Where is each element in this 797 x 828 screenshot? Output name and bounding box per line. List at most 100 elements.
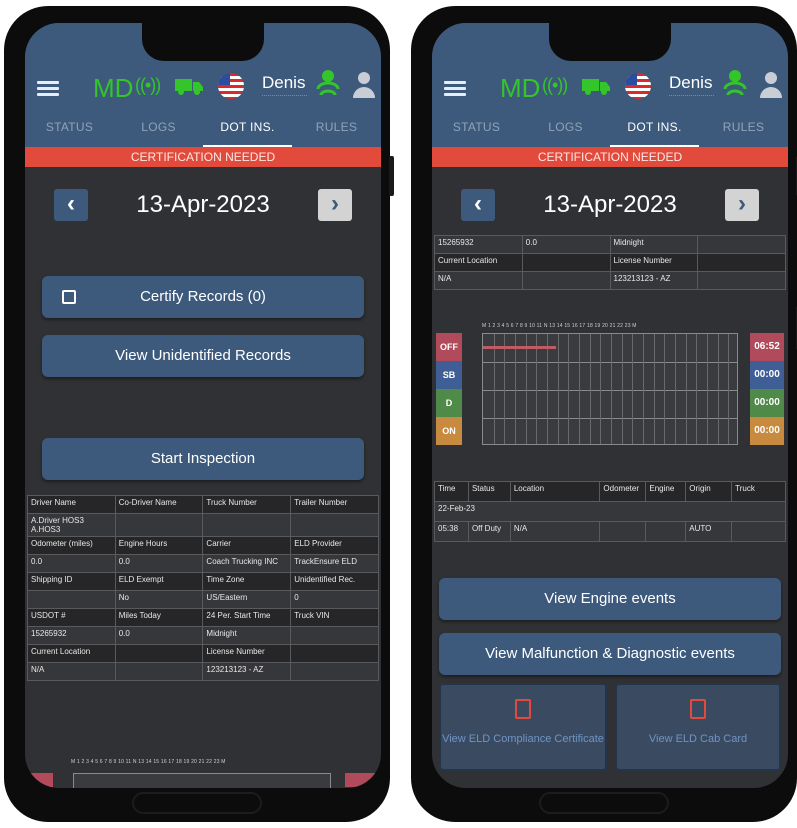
chevron-left-icon[interactable]: ‹ <box>54 189 88 221</box>
status-total-sb: 00:00 <box>750 361 784 389</box>
chevron-right-icon[interactable]: › <box>318 189 352 221</box>
table-cell: Midnight <box>609 235 699 254</box>
driver-info-table: Driver Name Co-Driver Name Truck Number Tra… <box>27 495 379 681</box>
status-label-on: ON <box>436 417 462 445</box>
us-flag-icon[interactable] <box>625 73 651 99</box>
co-driver-icon[interactable] <box>759 71 783 99</box>
screen-right: MD ((•)) Denis STATUS LOGS DOT INS. RULE… <box>432 23 788 788</box>
certification-banner[interactable]: CERTIFICATION NEEDED <box>432 147 788 167</box>
tab-status[interactable]: STATUS <box>432 109 521 147</box>
table-row: Shipping ID ELD Exempt Time Zone Unidentifi… <box>27 572 379 591</box>
table-cell: 15265932 <box>27 626 116 645</box>
table-cell <box>645 521 687 542</box>
table-cell: Co-Driver Name <box>114 495 204 514</box>
table-cell: AUTO <box>685 521 733 542</box>
table-cell: TrackEnsure ELD <box>290 554 379 573</box>
view-compliance-certificate-button[interactable]: View ELD Compliance Certificate <box>439 683 607 771</box>
tab-rules[interactable]: RULES <box>699 109 788 147</box>
camera-notch <box>142 23 264 61</box>
table-row: 15265932 0.0 Midnight <box>27 626 379 645</box>
driver-active-icon[interactable] <box>722 69 748 99</box>
view-malfunction-label: View Malfunction & Diagnostic events <box>485 645 735 662</box>
grid-hour-line <box>579 334 580 444</box>
chevron-left-icon[interactable]: ‹ <box>461 189 495 221</box>
table-cell: Current Location <box>434 253 523 272</box>
off-duty-line <box>483 346 557 349</box>
table-cell: 0.0 <box>521 235 611 254</box>
table-row: 0.0 0.0 Coach Trucking INC TrackEnsure ELD <box>27 554 379 573</box>
tab-rules[interactable]: RULES <box>292 109 381 147</box>
table-cell <box>697 271 786 290</box>
duty-status-chart: M 1 2 3 4 5 6 7 8 9 10 11 N 13 14 15 16 … <box>432 323 788 463</box>
certify-records-button[interactable]: Certify Records (0) <box>42 276 364 318</box>
table-cell: ELD Provider <box>290 536 379 555</box>
status-code: MD <box>500 73 541 103</box>
tab-dot-ins[interactable]: DOT INS. <box>203 109 292 147</box>
chart-grid-preview <box>73 773 331 788</box>
grid-hour-line <box>515 334 516 444</box>
table-cell: 0.0 <box>114 626 204 645</box>
table-cell <box>290 644 379 663</box>
table-cell: 123213123 - AZ <box>609 271 699 290</box>
table-cell: Odometer <box>599 481 647 502</box>
grid-hour-line <box>717 334 719 444</box>
table-cell <box>731 521 786 542</box>
table-row: USDOT # Miles Today 24 Per. Start Time Truc… <box>27 608 379 627</box>
table-row: 22-Feb-23 <box>434 501 786 522</box>
grid-hour-line <box>547 334 548 444</box>
grid-hour-line <box>589 334 591 444</box>
table-cell: N/A <box>434 271 523 290</box>
start-inspection-label: Start Inspection <box>150 450 256 467</box>
grid-row-line <box>483 390 737 391</box>
table-cell: Location <box>509 481 601 502</box>
table-cell: Current Location <box>27 644 116 663</box>
hours-axis: M 1 2 3 4 5 6 7 8 9 10 11 N 13 14 15 16 … <box>482 323 637 329</box>
user-name[interactable]: Denis <box>669 73 712 93</box>
grid-hour-line <box>675 334 676 444</box>
start-inspection-button[interactable]: Start Inspection <box>42 438 364 480</box>
table-row: Driver Name Co-Driver Name Truck Number Tra… <box>27 495 379 514</box>
grid-hour-line <box>664 334 666 444</box>
pdf-document-icon <box>515 699 531 719</box>
menu-icon[interactable] <box>37 81 59 97</box>
table-cell: Status <box>467 481 511 502</box>
tab-status[interactable]: STATUS <box>25 109 114 147</box>
tab-dot-ins[interactable]: DOT INS. <box>610 109 699 147</box>
table-cell: ELD Exempt <box>114 572 204 591</box>
view-malfunction-button[interactable]: View Malfunction & Diagnostic events <box>439 633 781 675</box>
table-cell <box>114 513 204 537</box>
table-row: A.Driver HOS3 A.HOS3 <box>27 513 379 537</box>
view-engine-events-button[interactable]: View Engine events <box>439 578 781 620</box>
user-name[interactable]: Denis <box>262 73 305 93</box>
co-driver-icon[interactable] <box>352 71 376 99</box>
table-cell: 0 <box>290 590 379 609</box>
table-cell: 0.0 <box>114 554 204 573</box>
grid-hour-line <box>643 334 644 444</box>
grid-hour-line <box>621 334 623 444</box>
view-cab-card-button[interactable]: View ELD Cab Card <box>615 683 781 771</box>
table-cell: No <box>114 590 204 609</box>
table-cell: Shipping ID <box>27 572 116 591</box>
grid-hour-line <box>536 334 538 444</box>
us-flag-icon[interactable] <box>218 73 244 99</box>
tab-logs[interactable]: LOGS <box>114 109 203 147</box>
duty-grid <box>482 333 738 445</box>
grid-hour-line <box>525 334 527 444</box>
view-unidentified-button[interactable]: View Unidentified Records <box>42 335 364 377</box>
status-code: MD <box>93 73 134 103</box>
side-button <box>389 156 394 196</box>
status-label-d: D <box>436 389 462 417</box>
tab-logs[interactable]: LOGS <box>521 109 610 147</box>
eld-signal-icon: ((•)) <box>542 75 568 95</box>
grid-hour-line <box>568 334 570 444</box>
table-row: Current Location License Number <box>434 253 786 272</box>
menu-icon[interactable] <box>444 81 466 97</box>
table-cell <box>290 662 379 681</box>
driver-active-icon[interactable] <box>315 69 341 99</box>
table-cell: Miles Today <box>114 608 204 627</box>
certification-banner[interactable]: CERTIFICATION NEEDED <box>25 147 381 167</box>
table-cell: Truck <box>731 481 786 502</box>
truck-icon <box>175 79 203 95</box>
chevron-right-icon[interactable]: › <box>725 189 759 221</box>
table-cell: Truck VIN <box>290 608 379 627</box>
